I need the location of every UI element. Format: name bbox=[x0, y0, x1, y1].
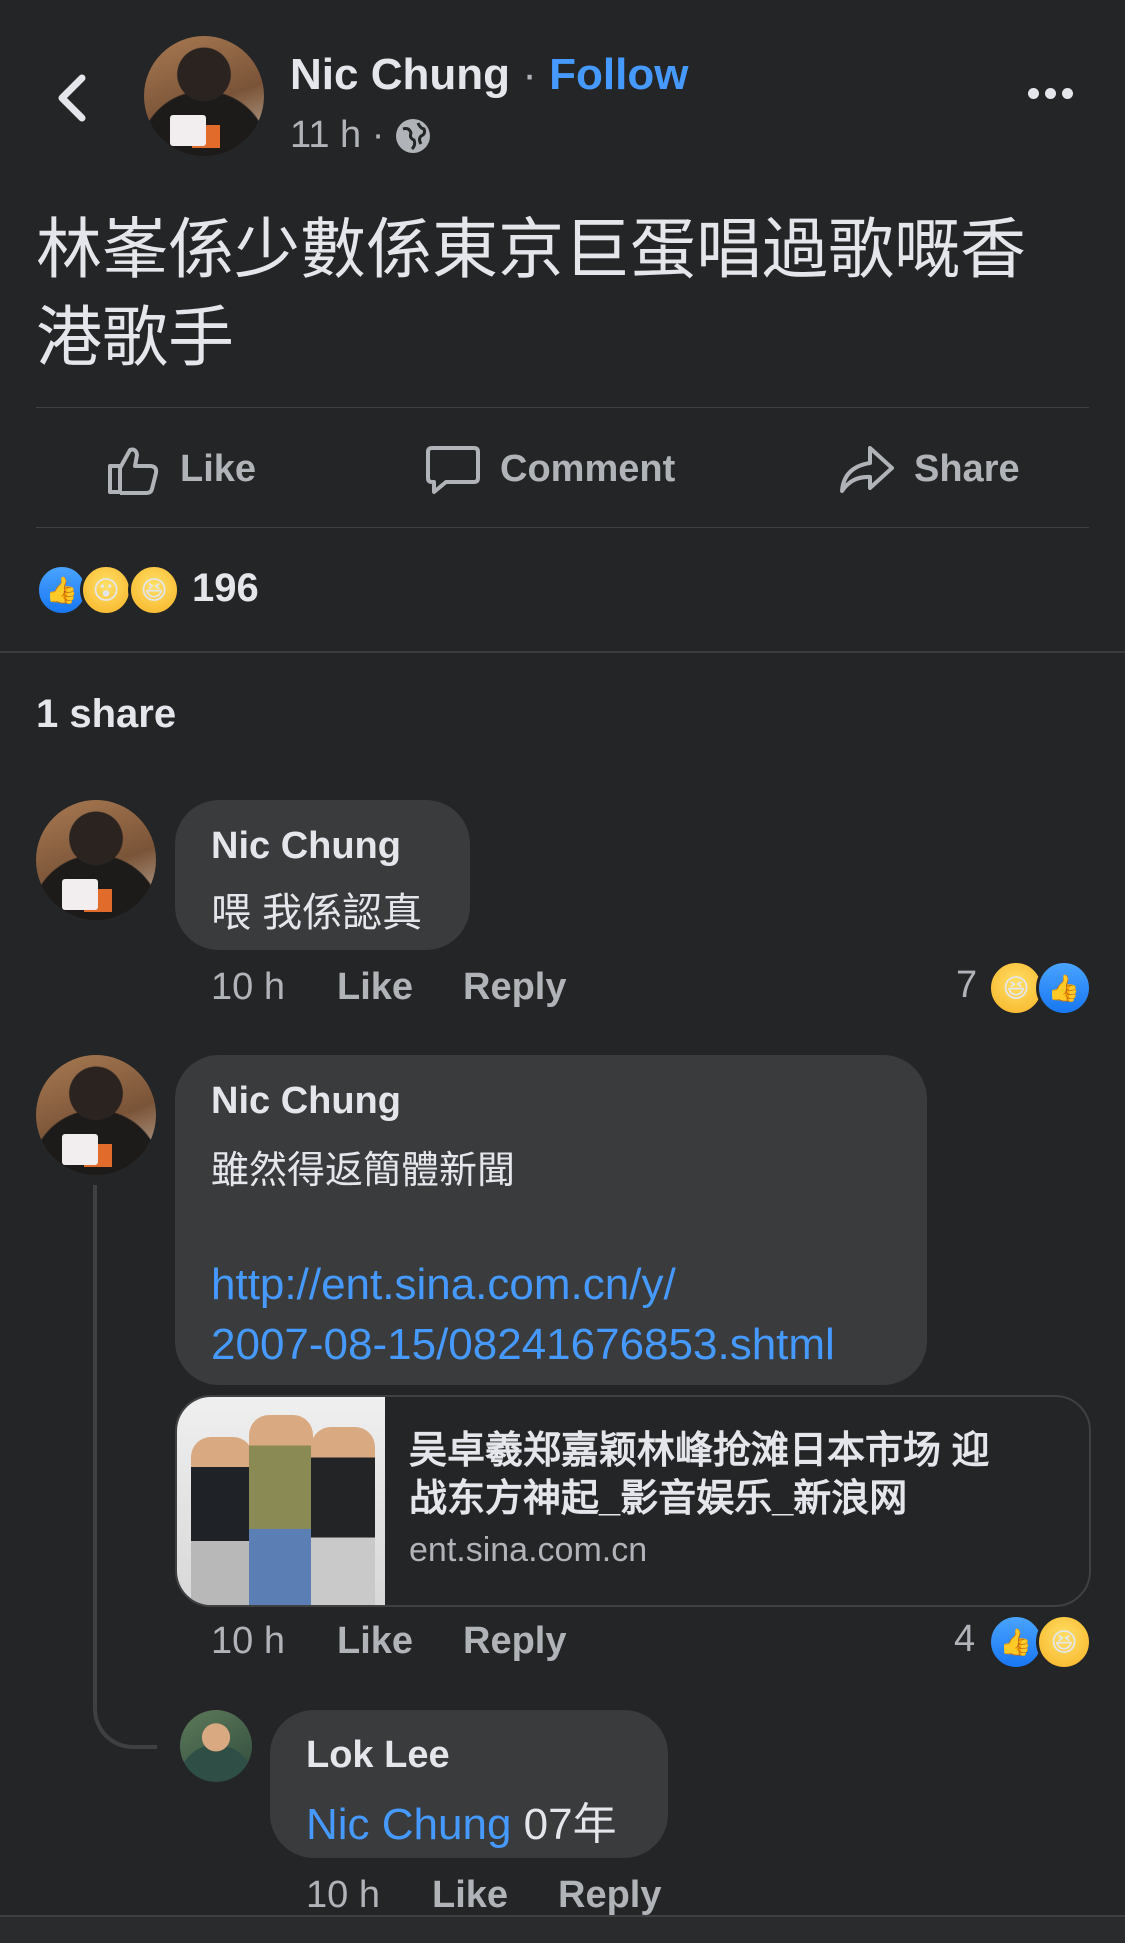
share-button[interactable]: Share bbox=[838, 440, 1020, 498]
thread-line bbox=[93, 1185, 157, 1749]
thumbs-up-icon bbox=[108, 447, 159, 495]
post-text: 林峯係少數係東京巨蛋唱過歌嘅香 港歌手 bbox=[36, 205, 1026, 381]
link-preview-title-line: 吴卓羲郑嘉颖林峰抢滩日本市场 迎 bbox=[409, 1430, 990, 1472]
reply-content: 07年 bbox=[523, 1800, 617, 1849]
comment-link[interactable]: http://ent.sina.com.cn/y/ 2007-08-15/082… bbox=[211, 1255, 835, 1375]
link-preview-title: 吴卓羲郑嘉颖林峰抢滩日本市场 迎 战东方神起_影音娱乐_新浪网 bbox=[409, 1427, 990, 1523]
like-button[interactable]: Like bbox=[104, 440, 256, 498]
reply-mention[interactable]: Nic Chung bbox=[306, 1800, 511, 1849]
more-dots-icon bbox=[1028, 88, 1073, 99]
comment-reactions[interactable]: 4 👍 😆 bbox=[954, 1614, 1094, 1670]
like-reaction-icon: 👍 bbox=[1036, 960, 1092, 1016]
reply-like-button[interactable]: Like bbox=[432, 1874, 508, 1917]
back-button[interactable] bbox=[48, 68, 96, 128]
haha-reaction-icon: 😆 bbox=[128, 564, 180, 616]
comment-reactions[interactable]: 7 😆 👍 bbox=[956, 960, 1096, 1016]
more-options-button[interactable] bbox=[1028, 88, 1073, 99]
replier-avatar[interactable] bbox=[180, 1710, 252, 1782]
comment-link-line: 2007-08-15/08241676853.shtml bbox=[211, 1320, 835, 1369]
separator: · bbox=[522, 50, 537, 99]
post-meta: 11 h · bbox=[290, 114, 432, 157]
post-text-line: 林峯係少數係東京巨蛋唱過歌嘅香 bbox=[36, 212, 1026, 286]
comment-like-button[interactable]: Like bbox=[337, 966, 413, 1009]
reaction-summary[interactable]: 👍 😮 😆 196 bbox=[36, 564, 336, 620]
post-text-line: 港歌手 bbox=[36, 300, 234, 374]
reaction-count: 196 bbox=[192, 566, 259, 610]
follow-button[interactable]: Follow bbox=[549, 50, 688, 99]
share-icon bbox=[840, 446, 894, 493]
reply-text: Nic Chung 07年 bbox=[306, 1788, 617, 1852]
comment-like-button[interactable]: Like bbox=[337, 1620, 413, 1663]
comment-author[interactable]: Nic Chung bbox=[211, 1080, 401, 1123]
share-label: Share bbox=[914, 447, 1020, 490]
haha-reaction-icon: 😆 bbox=[1036, 1614, 1092, 1670]
author-avatar[interactable] bbox=[144, 36, 264, 156]
wow-reaction-icon: 😮 bbox=[80, 564, 132, 616]
link-preview-card[interactable]: 吴卓羲郑嘉颖林峰抢滩日本市场 迎 战东方神起_影音娱乐_新浪网 ent.sina… bbox=[175, 1395, 1091, 1607]
comment-reply-button[interactable]: Reply bbox=[463, 966, 566, 1009]
comment-author[interactable]: Nic Chung bbox=[211, 825, 401, 868]
like-label: Like bbox=[180, 447, 257, 490]
reply-time: 10 h bbox=[306, 1874, 380, 1916]
commenter-avatar[interactable] bbox=[36, 800, 156, 920]
comment-label: Comment bbox=[500, 447, 676, 490]
chevron-left-icon bbox=[58, 74, 86, 122]
globe-icon bbox=[396, 118, 431, 153]
comment-time: 10 h bbox=[211, 966, 285, 1008]
comment-text: 喂 我係認真 bbox=[211, 891, 423, 935]
share-count[interactable]: 1 share bbox=[36, 692, 176, 737]
reply-author[interactable]: Lok Lee bbox=[306, 1734, 450, 1777]
author-name[interactable]: Nic Chung bbox=[290, 50, 510, 99]
comment-text: 雖然得返簡體新聞 bbox=[211, 1150, 516, 1192]
comment-reaction-count: 7 bbox=[956, 964, 978, 1006]
comment-link-line: http://ent.sina.com.cn/y/ bbox=[211, 1260, 676, 1309]
post-time: 11 h · bbox=[290, 114, 385, 156]
comment-time: 10 h bbox=[211, 1620, 285, 1662]
comment-reply-button[interactable]: Reply bbox=[463, 1620, 566, 1663]
post-header: Nic Chung · Follow bbox=[290, 50, 688, 100]
link-preview-domain: ent.sina.com.cn bbox=[409, 1531, 648, 1569]
comment-icon bbox=[426, 446, 480, 494]
link-preview-title-line: 战东方神起_影音娱乐_新浪网 bbox=[409, 1478, 908, 1520]
comment-button[interactable]: Comment bbox=[424, 440, 675, 498]
comment-composer-bar bbox=[0, 1915, 1125, 1943]
reply-reply-button[interactable]: Reply bbox=[558, 1874, 661, 1917]
link-preview-image bbox=[177, 1397, 385, 1605]
comment-reaction-count: 4 bbox=[954, 1618, 976, 1660]
commenter-avatar[interactable] bbox=[36, 1055, 156, 1175]
